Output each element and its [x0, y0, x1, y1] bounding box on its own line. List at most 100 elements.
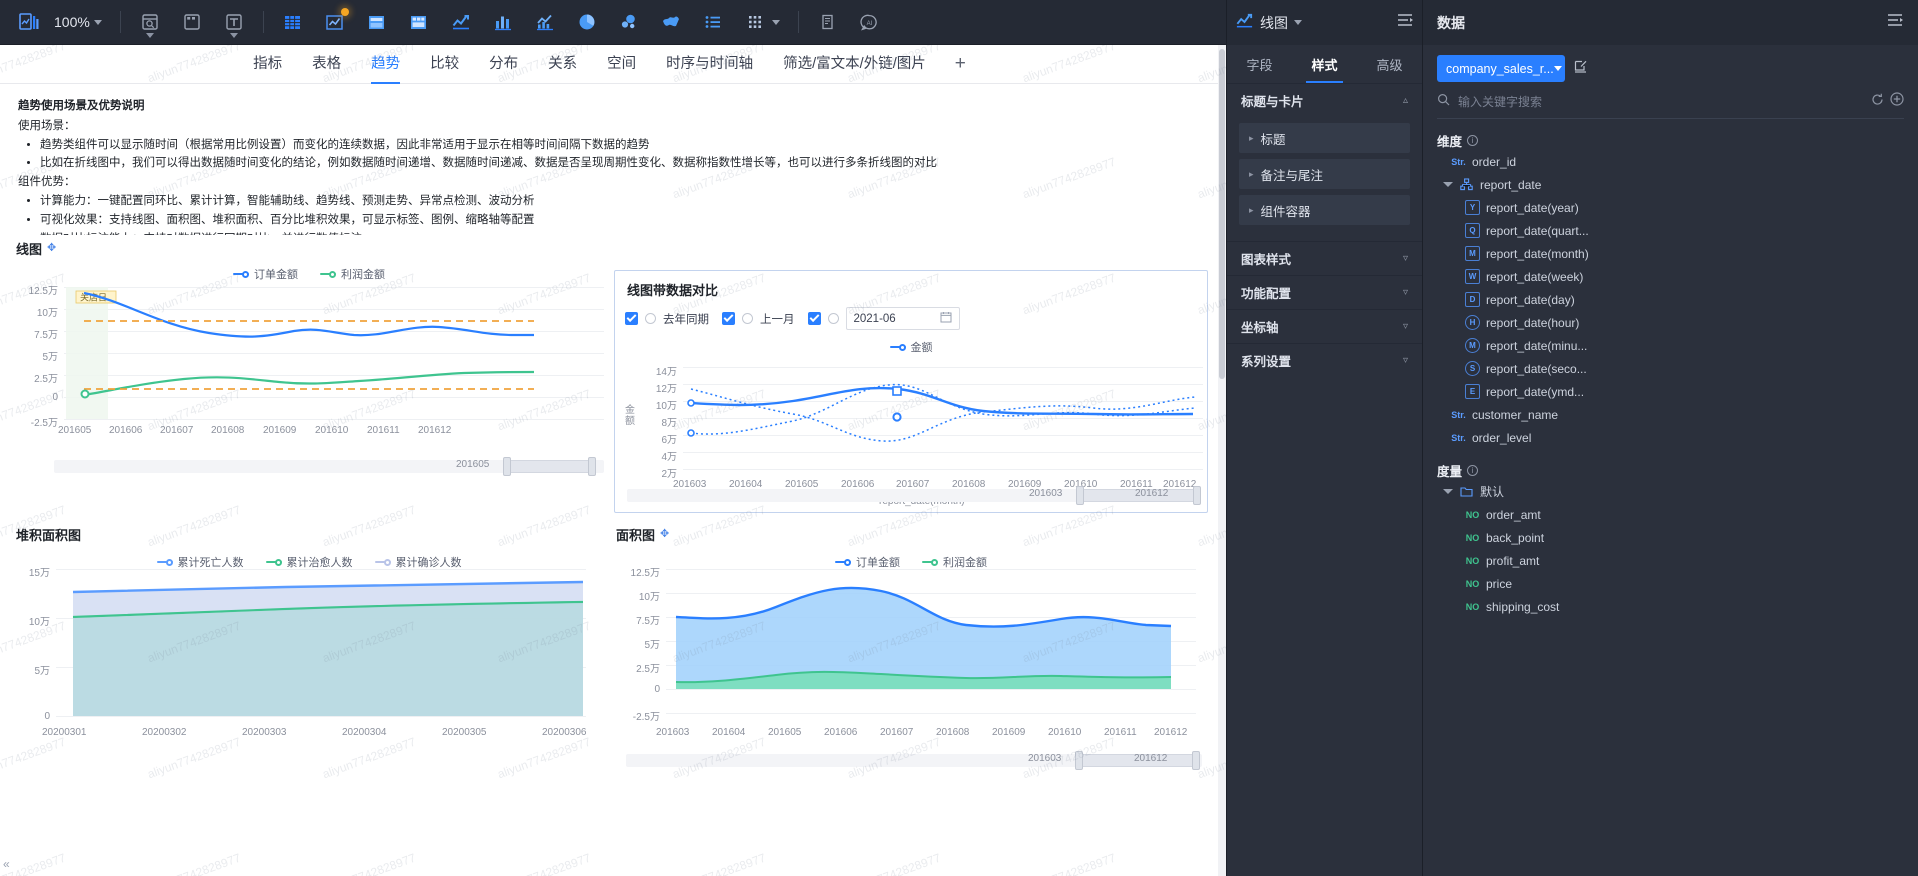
datazoom-handle-left[interactable]: [1075, 751, 1083, 770]
datazoom-handle-left[interactable]: [1076, 486, 1084, 505]
tab-timeseries[interactable]: 时序与时间轴: [651, 45, 768, 83]
datazoom-selection[interactable]: [506, 460, 592, 473]
field-report-date-year[interactable]: Y report_date(year): [1437, 196, 1904, 219]
chevron-down-icon[interactable]: [771, 19, 780, 25]
field-report-date-month[interactable]: M report_date(month): [1437, 242, 1904, 265]
tab-table[interactable]: 表格: [297, 45, 356, 83]
tab-metrics[interactable]: 指标: [238, 45, 297, 83]
chevron-down-icon[interactable]: [1443, 182, 1453, 187]
area-chart-datazoom[interactable]: 201603 201612: [626, 751, 1202, 770]
compare-chart-datazoom[interactable]: 201603 201612: [627, 486, 1201, 505]
field-customer-name[interactable]: Str. customer_name: [1437, 403, 1904, 426]
tab-style[interactable]: 样式: [1292, 45, 1357, 83]
add-icon[interactable]: [1890, 92, 1904, 111]
field-report-date-second[interactable]: S report_date(seco...: [1437, 357, 1904, 380]
page-search-icon[interactable]: [135, 7, 165, 38]
search-input[interactable]: [1456, 93, 1865, 110]
measure-back-point[interactable]: NO back_point: [1437, 526, 1904, 549]
datazoom-handle-right[interactable]: [1192, 751, 1200, 770]
radio-icon[interactable]: [645, 313, 656, 324]
legend-item[interactable]: 累计治愈人数: [265, 554, 353, 570]
field-order-level[interactable]: Str. order_level: [1437, 426, 1904, 449]
document-icon[interactable]: [813, 7, 843, 37]
chevron-down-icon[interactable]: [1294, 20, 1302, 25]
field-report-date-hour[interactable]: H report_date(hour): [1437, 311, 1904, 334]
combo-chart-icon[interactable]: [530, 7, 560, 37]
measure-folder-default[interactable]: 默认: [1437, 480, 1904, 503]
compare-date-input[interactable]: 2021-06: [845, 307, 960, 330]
field-report-date-day[interactable]: D report_date(day): [1437, 288, 1904, 311]
datazoom-handle-left[interactable]: [503, 457, 511, 476]
move-handle-icon[interactable]: ✥: [47, 243, 56, 254]
section-axis[interactable]: 坐标轴 ▿: [1227, 309, 1422, 343]
tab-distribution[interactable]: 分布: [474, 45, 533, 83]
chevron-down-icon[interactable]: [1443, 489, 1453, 494]
bubble-chart-icon[interactable]: [614, 7, 644, 37]
card-icon[interactable]: [177, 7, 207, 37]
comment-ai-icon[interactable]: AI: [855, 7, 885, 37]
panel-icon[interactable]: [362, 7, 392, 37]
text-icon[interactable]: [219, 7, 249, 38]
field-order-id[interactable]: Str. order_id: [1437, 150, 1904, 173]
tab-trend[interactable]: 趋势: [356, 45, 415, 84]
data-panel-collapse-icon[interactable]: [1886, 11, 1904, 34]
panel-collapse-icon[interactable]: [1396, 11, 1414, 34]
refresh-icon[interactable]: [1871, 93, 1884, 111]
dashboard-icon[interactable]: [404, 7, 434, 37]
legend-item[interactable]: 累计死亡人数: [156, 554, 244, 570]
compare-checkbox-3[interactable]: [807, 312, 821, 325]
measure-price[interactable]: NO price: [1437, 572, 1904, 595]
pie-chart-icon[interactable]: [572, 7, 602, 37]
info-icon[interactable]: i: [1467, 135, 1479, 146]
list-icon[interactable]: [698, 7, 728, 37]
compare-checkbox-2[interactable]: [722, 312, 735, 325]
line-chart-icon[interactable]: [320, 7, 350, 37]
subsection-remark[interactable]: ▸ 备注与尾注: [1239, 159, 1410, 189]
tab-filter-richtext[interactable]: 筛选/富文本/外链/图片: [768, 45, 941, 83]
legend-item[interactable]: 利润金额: [922, 554, 987, 570]
tab-fields[interactable]: 字段: [1227, 45, 1292, 83]
field-report-date-quarter[interactable]: Q report_date(quart...: [1437, 219, 1904, 242]
app-logo-icon[interactable]: [14, 7, 44, 37]
tab-compare[interactable]: 比较: [415, 45, 474, 83]
measure-order-amt[interactable]: NO order_amt: [1437, 503, 1904, 526]
table-icon[interactable]: [278, 7, 308, 37]
dataset-selector[interactable]: company_sales_r...: [1437, 55, 1565, 82]
legend-item[interactable]: 利润金额: [320, 266, 385, 282]
sidebar-expand-icon[interactable]: «: [3, 857, 10, 871]
legend-item[interactable]: 订单金额: [835, 554, 900, 570]
tab-space[interactable]: 空间: [592, 45, 651, 83]
line-chart-datazoom[interactable]: 201605: [54, 457, 604, 476]
info-icon[interactable]: i: [1467, 465, 1479, 476]
scrollbar-thumb[interactable]: [1219, 49, 1225, 379]
compare-chart-card[interactable]: 线图带数据对比 去年同期 上一月 2021-06 金额 金额 14万 12万 1…: [614, 270, 1208, 513]
field-report-date-group[interactable]: report_date: [1437, 173, 1904, 196]
grid-more-icon[interactable]: [740, 7, 770, 37]
legend-item[interactable]: 金额: [889, 339, 933, 355]
bar-chart-icon[interactable]: [488, 7, 518, 37]
legend-item[interactable]: 订单金额: [233, 266, 298, 282]
field-report-date-week[interactable]: W report_date(week): [1437, 265, 1904, 288]
move-handle-icon[interactable]: ✥: [660, 529, 669, 540]
measure-shipping-cost[interactable]: NO shipping_cost: [1437, 595, 1904, 618]
tab-advanced[interactable]: 高级: [1357, 45, 1422, 83]
add-tab-button[interactable]: +: [941, 45, 980, 83]
calendar-icon[interactable]: [940, 311, 952, 326]
datazoom-handle-right[interactable]: [588, 457, 596, 476]
radio-icon[interactable]: [827, 313, 839, 324]
tab-relation[interactable]: 关系: [533, 45, 592, 83]
measure-profit-amt[interactable]: NO profit_amt: [1437, 549, 1904, 572]
compare-checkbox-1[interactable]: [625, 312, 638, 325]
edit-icon[interactable]: [1573, 59, 1588, 79]
section-function-config[interactable]: 功能配置 ▿: [1227, 275, 1422, 309]
legend-item[interactable]: 累计确诊人数: [374, 554, 462, 570]
subsection-title[interactable]: ▸ 标题: [1239, 123, 1410, 153]
field-search-row[interactable]: [1437, 92, 1904, 119]
field-report-date-ymd[interactable]: E report_date(ymd...: [1437, 380, 1904, 403]
radio-icon[interactable]: [742, 313, 753, 324]
section-title-and-card[interactable]: 标题与卡片 ▵: [1227, 83, 1422, 117]
field-report-date-minute[interactable]: M report_date(minu...: [1437, 334, 1904, 357]
section-series-settings[interactable]: 系列设置 ▿: [1227, 343, 1422, 377]
subsection-container[interactable]: ▸ 组件容器: [1239, 195, 1410, 225]
trend-chart-icon[interactable]: [446, 7, 476, 37]
